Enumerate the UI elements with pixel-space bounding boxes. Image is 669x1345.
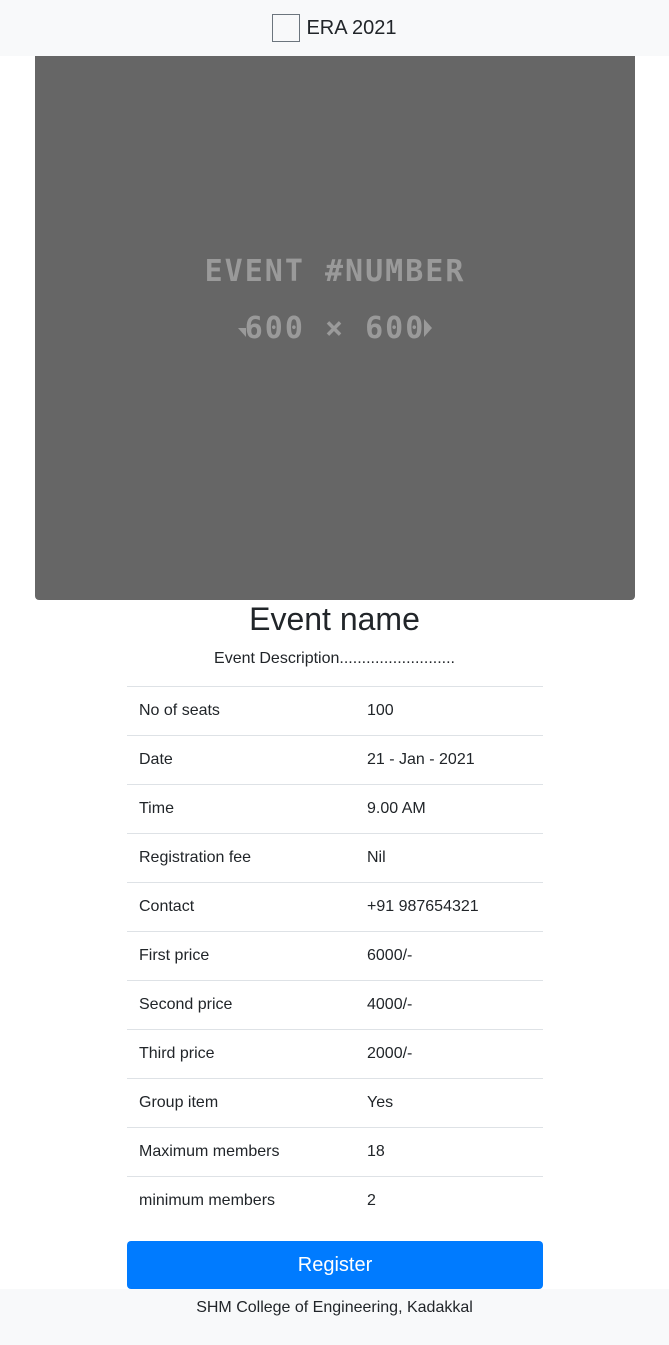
table-row: Second price 4000/- bbox=[127, 980, 543, 1030]
detail-value: Nil bbox=[355, 833, 543, 883]
detail-value: 21 - Jan - 2021 bbox=[355, 735, 543, 785]
table-row: No of seats 100 bbox=[127, 686, 543, 736]
poster-size-text: 600 × 600 bbox=[245, 311, 426, 346]
detail-label: Third price bbox=[127, 1029, 355, 1079]
poster-right-arrow-icon bbox=[424, 319, 432, 337]
table-row: Time 9.00 AM bbox=[127, 784, 543, 834]
detail-label: minimum members bbox=[127, 1176, 355, 1225]
event-details-table: No of seats 100 Date 21 - Jan - 2021 Tim… bbox=[127, 686, 543, 1225]
footer: SHM College of Engineering, Kadakkal bbox=[0, 1289, 669, 1345]
detail-value: 2 bbox=[355, 1176, 543, 1225]
detail-label: Registration fee bbox=[127, 833, 355, 883]
detail-value: 6000/- bbox=[355, 931, 543, 981]
detail-label: Time bbox=[127, 784, 355, 834]
detail-value: 2000/- bbox=[355, 1029, 543, 1079]
detail-label: Maximum members bbox=[127, 1127, 355, 1177]
detail-label: No of seats bbox=[127, 686, 355, 736]
table-row: Group item Yes bbox=[127, 1078, 543, 1128]
table-row: Contact +91 987654321 bbox=[127, 882, 543, 932]
table-row: Registration fee Nil bbox=[127, 833, 543, 883]
table-row: Third price 2000/- bbox=[127, 1029, 543, 1079]
poster-title-text: EVENT #NUMBER bbox=[205, 254, 466, 289]
event-name-heading: Event name bbox=[249, 601, 420, 637]
detail-label: Group item bbox=[127, 1078, 355, 1128]
detail-value: +91 987654321 bbox=[355, 882, 543, 932]
brand-logo-placeholder-icon bbox=[272, 14, 301, 42]
footer-text: SHM College of Engineering, Kadakkal bbox=[196, 1299, 473, 1316]
register-button[interactable]: Register bbox=[127, 1241, 543, 1289]
table-row: Date 21 - Jan - 2021 bbox=[127, 735, 543, 785]
brand-text: ERA 2021 bbox=[306, 16, 397, 39]
navbar: ERA 2021 bbox=[0, 0, 669, 56]
event-description: Event Description.......................… bbox=[214, 650, 455, 667]
detail-value: 100 bbox=[355, 686, 543, 736]
detail-label: Contact bbox=[127, 882, 355, 932]
detail-value: 4000/- bbox=[355, 980, 543, 1030]
detail-value: 9.00 AM bbox=[355, 784, 543, 834]
detail-label: Second price bbox=[127, 980, 355, 1030]
table-row: Maximum members 18 bbox=[127, 1127, 543, 1177]
detail-label: First price bbox=[127, 931, 355, 981]
table-row: First price 6000/- bbox=[127, 931, 543, 981]
navbar-brand[interactable]: ERA 2021 bbox=[272, 14, 397, 42]
detail-value: 18 bbox=[355, 1127, 543, 1177]
detail-label: Date bbox=[127, 735, 355, 785]
table-row: minimum members 2 bbox=[127, 1176, 543, 1225]
event-poster-image: EVENT #NUMBER 600 × 600 bbox=[35, 56, 635, 600]
detail-value: Yes bbox=[355, 1078, 543, 1128]
